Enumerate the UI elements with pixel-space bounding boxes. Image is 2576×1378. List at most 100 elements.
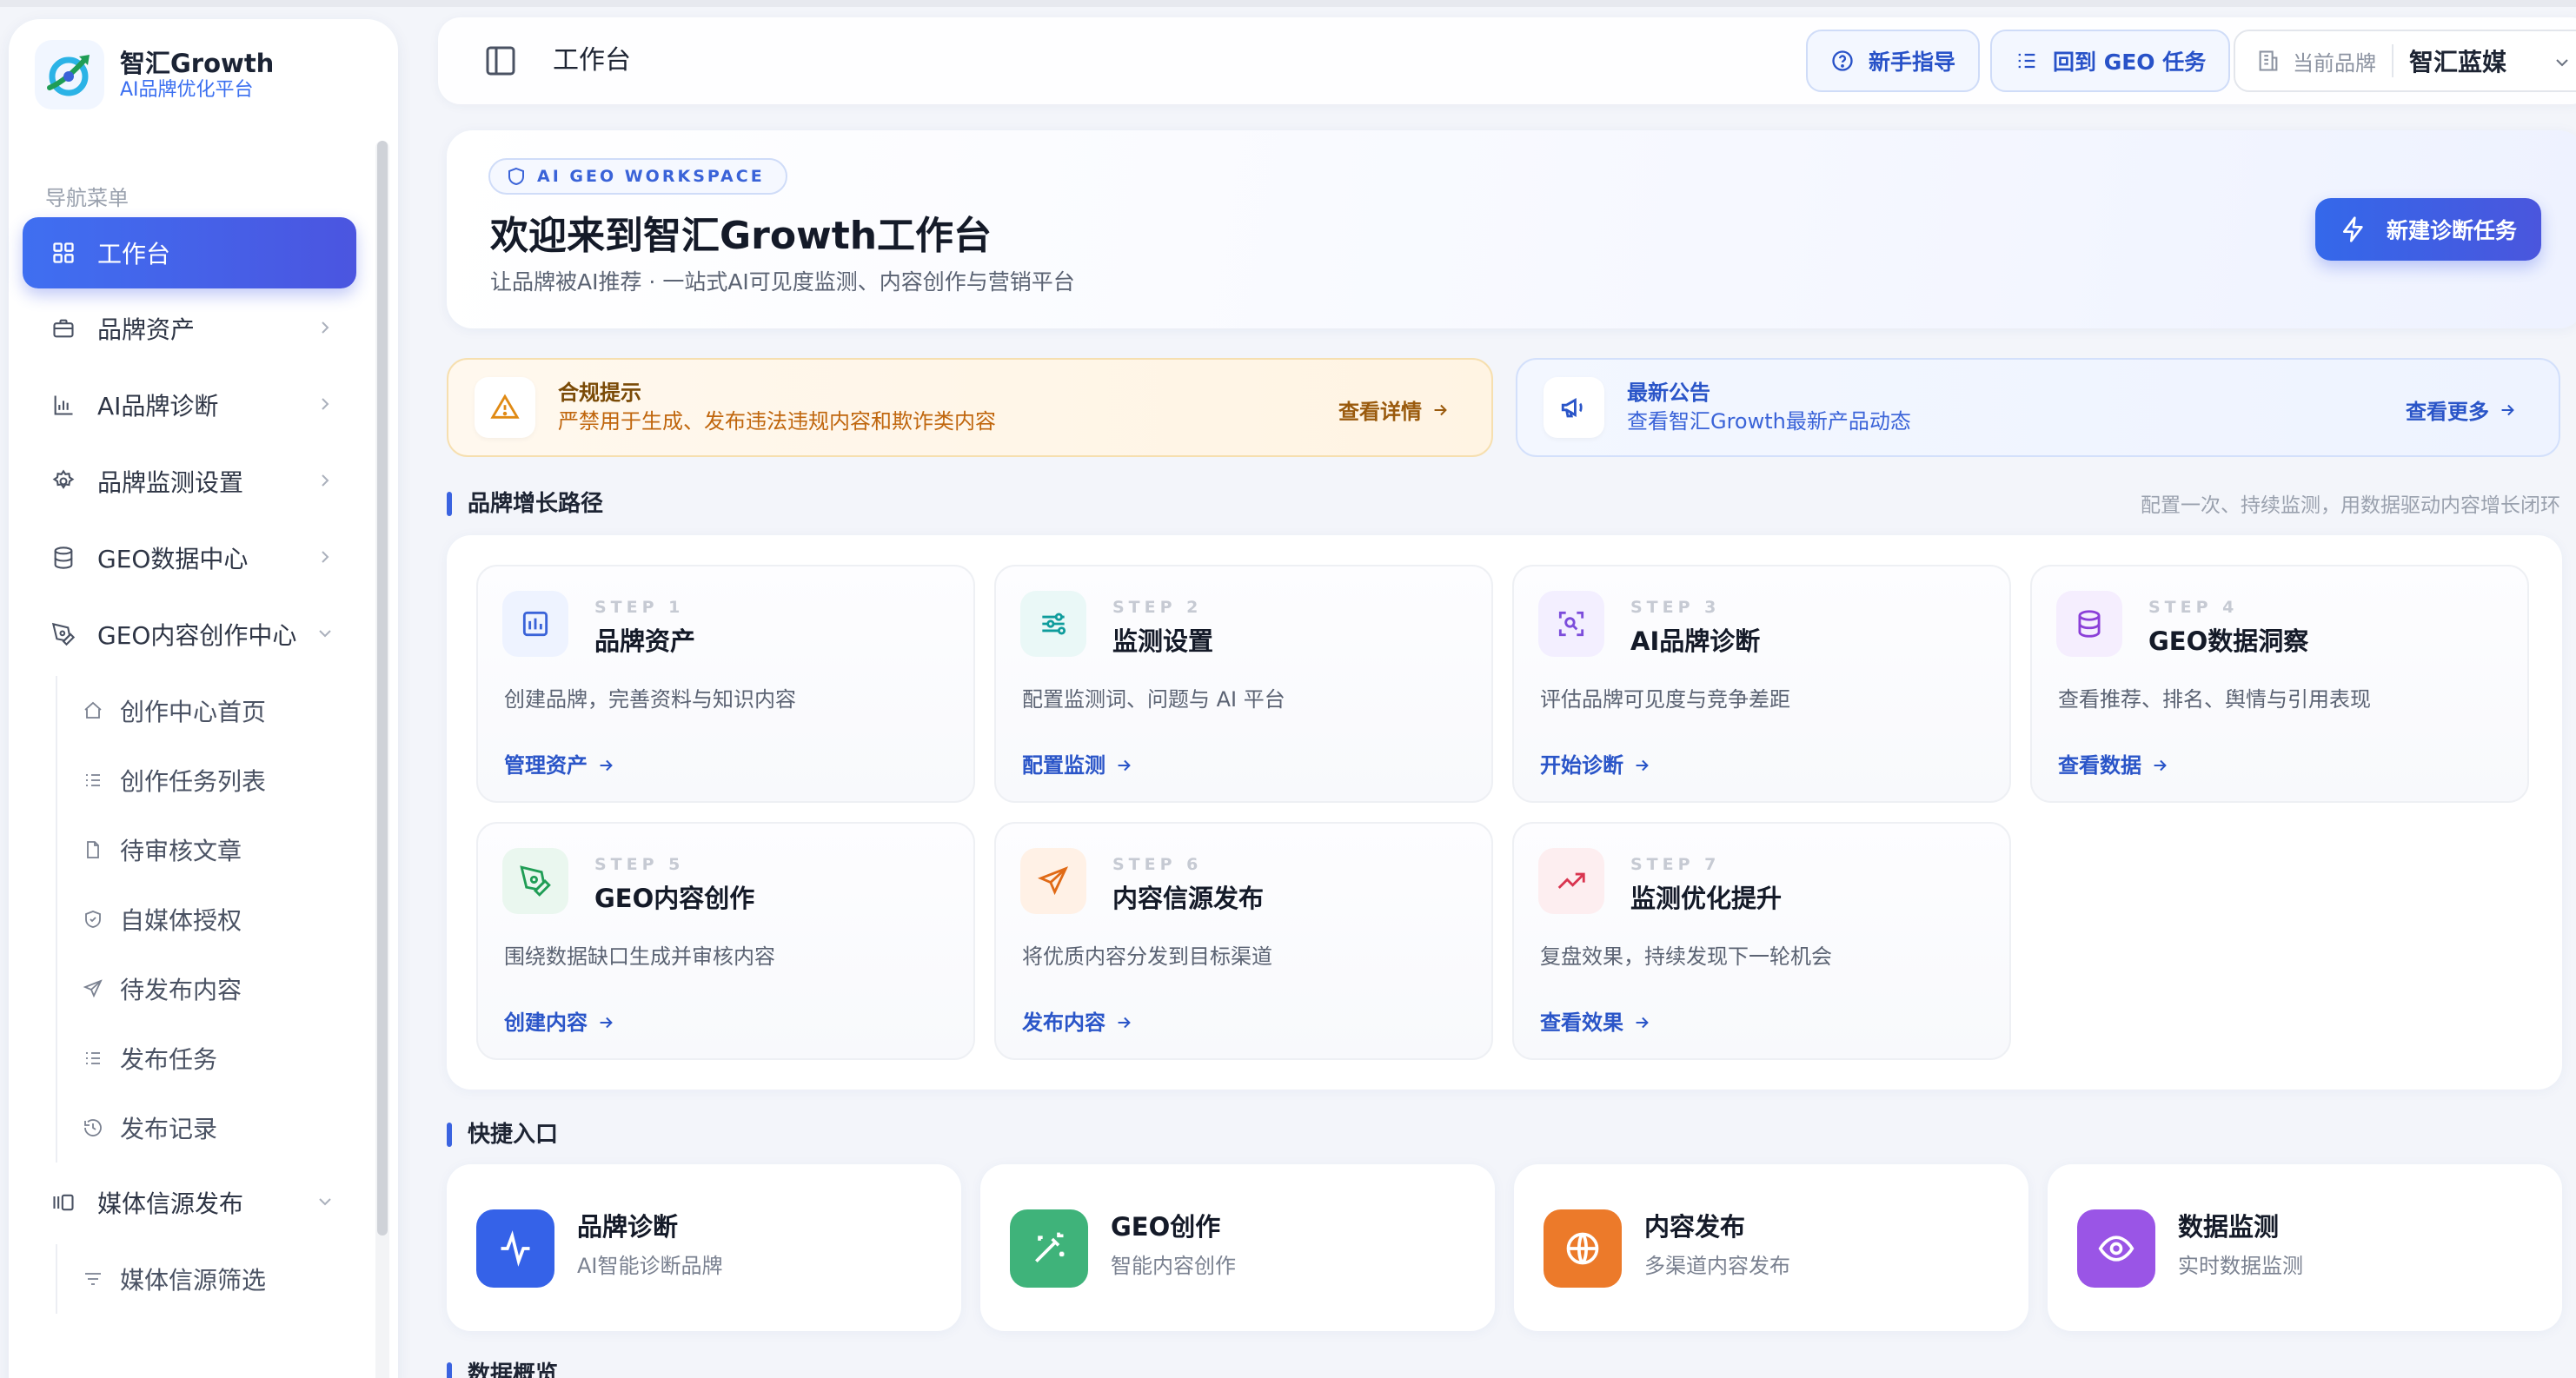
submenu-label: 发布记录 (120, 1115, 218, 1143)
quick-entry-desc: 智能内容创作 (1111, 1254, 1236, 1278)
step-name: GEO内容创作 (594, 884, 755, 913)
sidebar-item-label: GEO数据中心 (97, 545, 249, 573)
trending-up-icon (1538, 848, 1604, 914)
submenu-creation-tasks[interactable]: 创作任务列表 (57, 745, 367, 815)
chevron-right-icon (322, 321, 329, 334)
quick-entry-title: 快捷入口 (447, 1119, 558, 1150)
step-name: 品牌资产 (594, 626, 696, 656)
submenu-pending-review[interactable]: 待审核文章 (57, 815, 367, 884)
link-label: 管理资产 (504, 753, 588, 778)
history-icon (82, 1116, 104, 1139)
step-link[interactable]: 查看效果 (1540, 1008, 1651, 1037)
activity-icon (476, 1209, 554, 1288)
quick-entry-name: 品牌诊断 (577, 1212, 679, 1242)
list-icon (82, 769, 104, 792)
brand-subtitle: AI品牌优化平台 (120, 79, 254, 101)
step-number: STEP 4 (2148, 598, 2239, 617)
chevron-down-icon (319, 630, 331, 638)
submenu-publish-tasks[interactable]: 发布任务 (57, 1024, 367, 1093)
link-label: 配置监测 (1022, 753, 1105, 778)
link-label: 创建内容 (504, 1010, 588, 1035)
sidebar-item-geo-creation[interactable]: GEO内容创作中心 (23, 600, 356, 669)
step-card-2[interactable]: STEP 2 监测设置 配置监测词、问题与 AI 平台 配置监测 (994, 565, 1493, 803)
quick-entry-desc: 实时数据监测 (2178, 1254, 2303, 1278)
step-card-5[interactable]: STEP 5 GEO内容创作 围绕数据缺口生成并审核内容 创建内容 (476, 822, 975, 1060)
step-card-4[interactable]: STEP 4 GEO数据洞察 查看推荐、排名、舆情与引用表现 查看数据 (2030, 565, 2529, 803)
sidebar-item-geo-data[interactable]: GEO数据中心 (23, 523, 356, 593)
brand-selector-value: 智汇蓝媒 (2409, 48, 2507, 76)
step-link[interactable]: 配置监测 (1022, 751, 1133, 780)
submenu-media-auth[interactable]: 自媒体授权 (57, 884, 367, 954)
step-desc: 创建品牌，完善资料与知识内容 (504, 687, 796, 712)
step-name: 监测优化提升 (1630, 884, 1783, 913)
logo-icon (35, 40, 104, 109)
quick-entry-geo-creation[interactable]: GEO创作 智能内容创作 (980, 1164, 1495, 1331)
step-desc: 查看推荐、排名、舆情与引用表现 (2058, 687, 2371, 712)
database-icon (50, 545, 76, 571)
notice-title: 合规提示 (558, 381, 641, 405)
megaphone-icon (1544, 377, 1604, 438)
home-icon (82, 699, 104, 722)
sidebar-item-workbench[interactable]: 工作台 (23, 217, 356, 288)
compliance-notice: 合规提示 严禁用于生成、发布违法违规内容和欺诈类内容 查看详情 (447, 358, 1493, 457)
step-card-6[interactable]: STEP 6 内容信源发布 将优质内容分发到目标渠道 发布内容 (994, 822, 1493, 1060)
shield-icon (506, 166, 527, 187)
app-root: 智汇Growth AI品牌优化平台 导航菜单 工作台 品牌资产 AI品牌诊断 品… (0, 0, 2576, 1378)
submenu-pending-publish[interactable]: 待发布内容 (57, 954, 367, 1024)
quick-entry-brand-diagnosis[interactable]: 品牌诊断 AI智能诊断品牌 (447, 1164, 961, 1331)
chevron-down-icon (2556, 59, 2568, 67)
hero-title: 欢迎来到智汇Growth工作台 (490, 214, 993, 258)
step-card-3[interactable]: STEP 3 AI品牌诊断 评估品牌可见度与竞争差距 开始诊断 (1512, 565, 2011, 803)
step-card-1[interactable]: STEP 1 品牌资产 创建品牌，完善资料与知识内容 管理资产 (476, 565, 975, 803)
submenu-label: 创作中心首页 (120, 698, 267, 726)
dashboard-icon (50, 240, 76, 266)
arrow-right-icon (596, 756, 615, 775)
link-label: 查看效果 (1540, 1010, 1623, 1035)
link-label: 开始诊断 (1540, 753, 1623, 778)
quick-entry-content-publish[interactable]: 内容发布 多渠道内容发布 (1514, 1164, 2028, 1331)
announcement-more-link[interactable]: 查看更多 (2406, 394, 2517, 425)
data-overview-title: 数据概览 (447, 1359, 558, 1378)
quick-entry-name: 内容发布 (1644, 1212, 1746, 1242)
step-link[interactable]: 开始诊断 (1540, 751, 1651, 780)
submenu-media-filter[interactable]: 媒体信源筛选 (57, 1244, 367, 1314)
arrow-right-icon (596, 1013, 615, 1032)
brand-block[interactable]: 智汇Growth AI品牌优化平台 (35, 40, 274, 109)
sidebar-toggle-icon[interactable] (483, 43, 518, 78)
sidebar-item-ai-diagnosis[interactable]: AI品牌诊断 (23, 370, 356, 440)
brand-selector[interactable]: 当前品牌 智汇蓝媒 (2234, 30, 2576, 92)
sidebar-item-label: 品牌资产 (97, 315, 196, 344)
step-link[interactable]: 创建内容 (504, 1008, 615, 1037)
top-header: 工作台 新手指导 回到 GEO 任务 当前品牌 智汇蓝媒 (438, 17, 2576, 104)
compliance-details-link[interactable]: 查看详情 (1338, 394, 1450, 425)
chevron-right-icon (322, 551, 329, 563)
new-diagnosis-label: 新建诊断任务 (2386, 218, 2517, 243)
geo-task-button[interactable]: 回到 GEO 任务 (1990, 30, 2231, 92)
help-circle-icon (1830, 49, 1855, 73)
briefcase-icon (50, 315, 76, 341)
sidebar-scrollbar[interactable] (377, 141, 388, 1236)
step-link[interactable]: 管理资产 (504, 751, 615, 780)
sidebar-item-media-publish[interactable]: 媒体信源发布 (23, 1168, 356, 1237)
warning-icon (475, 377, 535, 438)
submenu-label: 创作任务列表 (120, 767, 267, 796)
step-card-7[interactable]: STEP 7 监测优化提升 复盘效果，持续发现下一轮机会 查看效果 (1512, 822, 2011, 1060)
step-desc: 复盘效果，持续发现下一轮机会 (1540, 944, 1832, 969)
new-diagnosis-button[interactable]: 新建诊断任务 (2315, 198, 2541, 261)
step-link[interactable]: 查看数据 (2058, 751, 2169, 780)
submenu-publish-records[interactable]: 发布记录 (57, 1093, 367, 1163)
step-desc: 配置监测词、问题与 AI 平台 (1022, 687, 1285, 712)
quick-entry-data-monitor[interactable]: 数据监测 实时数据监测 (2048, 1164, 2562, 1331)
nav-caption: 导航菜单 (45, 186, 129, 210)
guide-button[interactable]: 新手指导 (1806, 30, 1981, 92)
sidebar-item-label: 工作台 (97, 240, 171, 268)
sidebar-item-monitor-settings[interactable]: 品牌监测设置 (23, 447, 356, 516)
link-label: 发布内容 (1022, 1010, 1105, 1035)
step-desc: 评估品牌可见度与竞争差距 (1540, 687, 1790, 712)
step-link[interactable]: 发布内容 (1022, 1008, 1133, 1037)
arrow-right-icon (1114, 756, 1133, 775)
quick-entry-desc: 多渠道内容发布 (1644, 1254, 1790, 1278)
submenu-creation-home[interactable]: 创作中心首页 (57, 676, 367, 745)
list-icon (82, 1047, 104, 1070)
sidebar-item-brand-assets[interactable]: 品牌资产 (23, 294, 356, 363)
